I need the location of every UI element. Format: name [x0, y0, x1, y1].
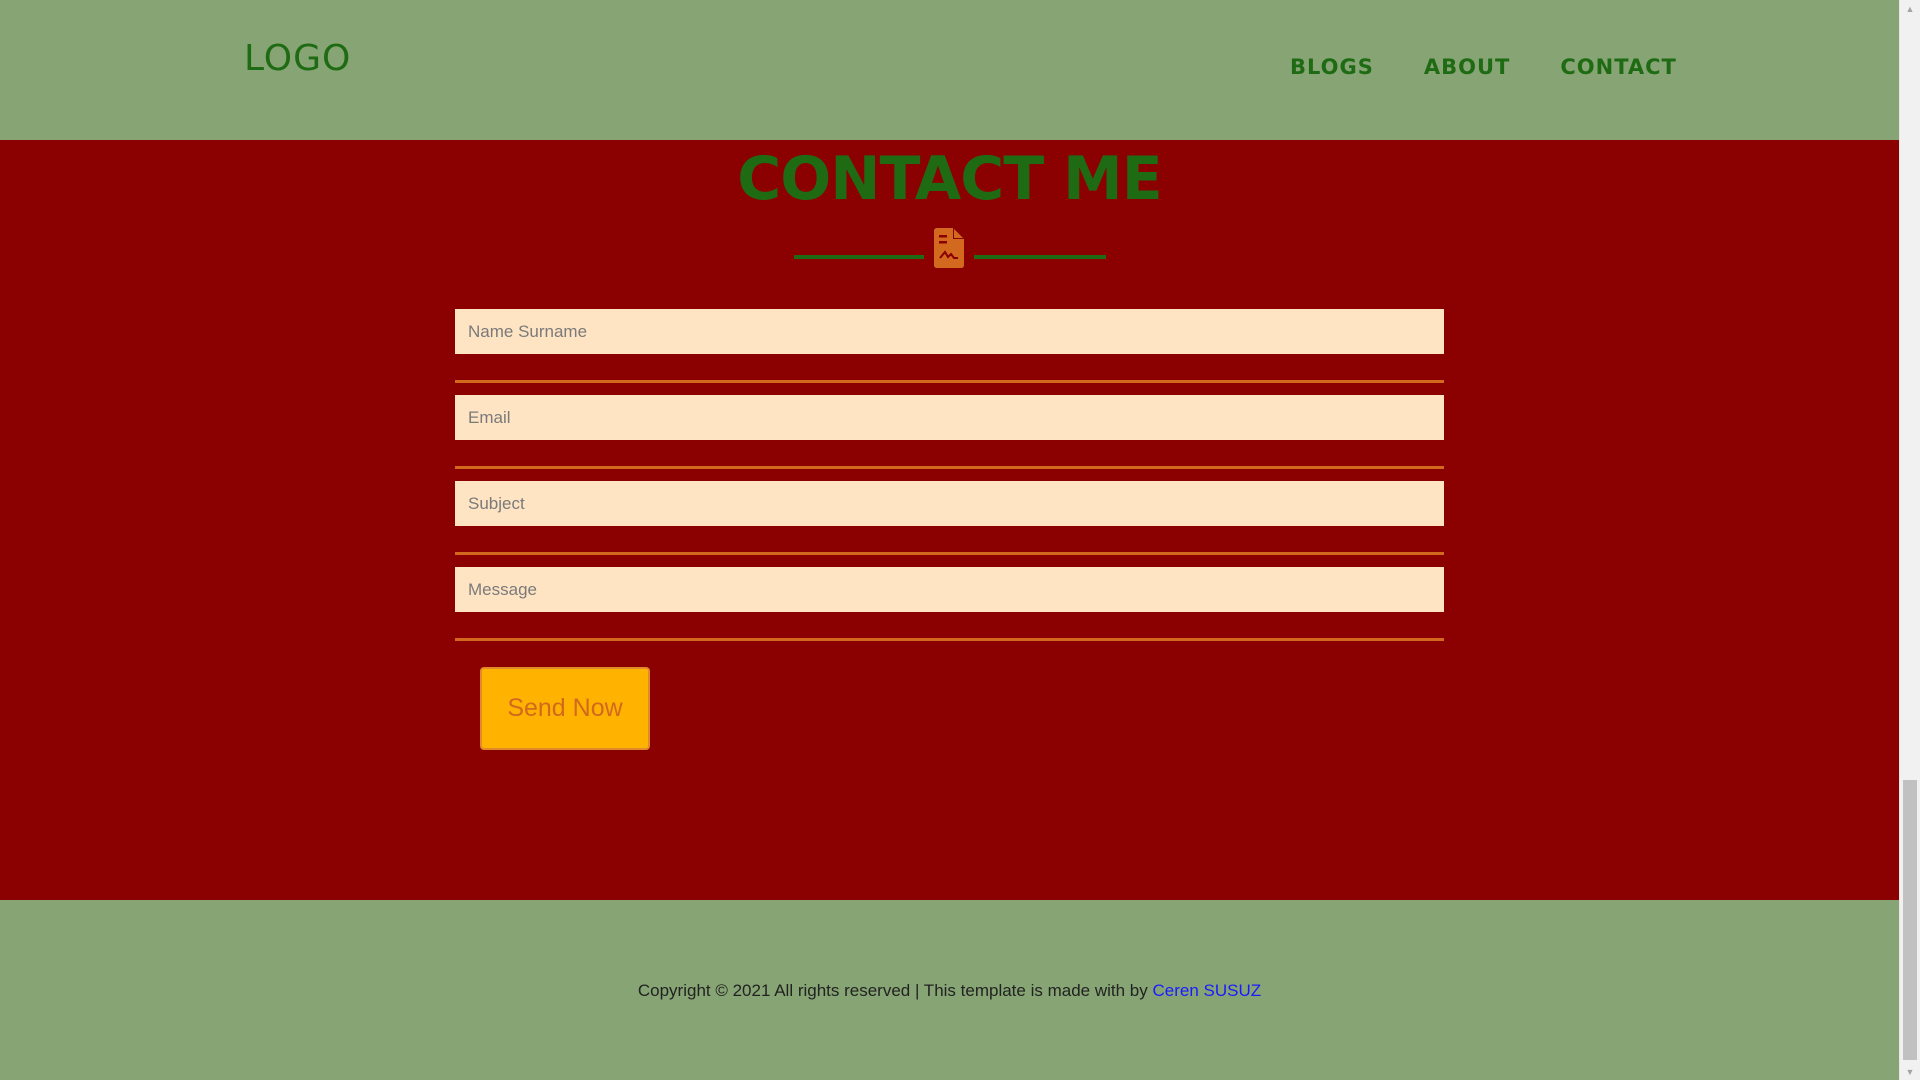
name-field-group [455, 309, 1444, 395]
contact-form [455, 309, 1444, 653]
copyright-text: Copyright © 2021 All rights reserved | T… [0, 981, 1899, 1001]
email-input[interactable] [455, 395, 1444, 440]
subject-input[interactable] [455, 481, 1444, 526]
page: LOGO BLOGS ABOUT CONTACT CONTACT ME Name… [0, 0, 1920, 1080]
name-input[interactable] [455, 309, 1444, 354]
scroll-down-arrow-icon[interactable]: ▼ [1900, 1063, 1920, 1080]
main-nav: BLOGS ABOUT CONTACT [1290, 55, 1677, 79]
field-underline [455, 466, 1444, 469]
email-field-group [455, 395, 1444, 481]
field-underline [455, 552, 1444, 555]
copyright-label: Copyright © 2021 All rights reserved | T… [637, 981, 1153, 1000]
field-underline [455, 638, 1444, 641]
field-underline [455, 380, 1444, 383]
logo[interactable]: LOGO [244, 38, 351, 79]
subject-field-group [455, 481, 1444, 567]
message-field-group [455, 567, 1444, 653]
page-scrollbar[interactable]: ▲ ▼ [1899, 0, 1920, 1080]
author-link[interactable]: Ceren SUSUZ [1152, 981, 1261, 1000]
message-input[interactable] [455, 567, 1444, 612]
nav-contact-link[interactable]: CONTACT [1560, 55, 1677, 79]
viewport: LOGO BLOGS ABOUT CONTACT CONTACT ME Name… [0, 0, 1899, 1080]
nav-blogs-link[interactable]: BLOGS [1290, 55, 1374, 79]
contact-section: CONTACT ME [0, 140, 1899, 900]
site-header: LOGO BLOGS ABOUT CONTACT [0, 0, 1899, 140]
contact-title: CONTACT ME [737, 144, 1163, 214]
divider-line-right [974, 255, 1106, 259]
nav-about-link[interactable]: ABOUT [1424, 55, 1511, 79]
document-signature-icon [934, 228, 964, 268]
scroll-up-arrow-icon[interactable]: ▲ [1900, 0, 1920, 17]
scrollbar-thumb[interactable] [1903, 780, 1917, 1060]
send-now-button[interactable]: Send Now [480, 667, 650, 750]
site-footer: Copyright © 2021 All rights reserved | T… [0, 900, 1899, 1080]
divider-line-left [794, 255, 924, 259]
